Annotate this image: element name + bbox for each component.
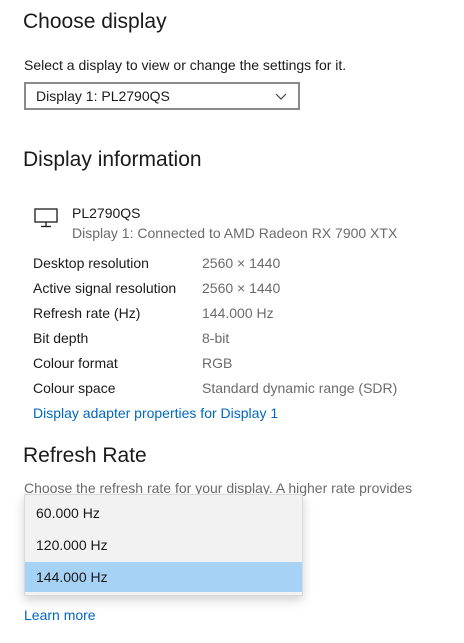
display-select[interactable]: Display 1: PL2790QS	[24, 82, 300, 110]
choose-display-instruction: Select a display to view or change the s…	[24, 57, 347, 73]
display-information-heading: Display information	[23, 148, 202, 171]
refresh-rate-dropdown-list: 60.000 Hz 120.000 Hz 144.000 Hz	[24, 494, 303, 596]
refresh-rate-option-60[interactable]: 60.000 Hz	[25, 498, 302, 528]
info-value-active-signal-resolution: 2560 × 1440	[202, 280, 281, 296]
refresh-rate-option-144[interactable]: 144.000 Hz	[25, 562, 302, 592]
info-value-colour-format: RGB	[202, 355, 233, 371]
refresh-rate-heading: Refresh Rate	[23, 444, 147, 467]
learn-more-link[interactable]: Learn more	[24, 607, 96, 623]
info-label-refresh-rate: Refresh rate (Hz)	[33, 305, 141, 321]
info-value-colour-space: Standard dynamic range (SDR)	[202, 380, 398, 396]
info-value-desktop-resolution: 2560 × 1440	[202, 255, 281, 271]
info-label-colour-space: Colour space	[33, 380, 116, 396]
choose-display-heading: Choose display	[23, 10, 167, 33]
chevron-down-icon	[275, 93, 287, 100]
info-label-active-signal-resolution: Active signal resolution	[33, 280, 177, 296]
display-select-value: Display 1: PL2790QS	[36, 88, 170, 104]
monitor-connection: Display 1: Connected to AMD Radeon RX 79…	[72, 225, 398, 241]
info-label-colour-format: Colour format	[33, 355, 118, 371]
info-label-bit-depth: Bit depth	[33, 330, 89, 346]
display-adapter-properties-link[interactable]: Display adapter properties for Display 1	[33, 405, 278, 421]
info-label-desktop-resolution: Desktop resolution	[33, 255, 149, 271]
refresh-rate-option-120[interactable]: 120.000 Hz	[25, 530, 302, 560]
info-value-bit-depth: 8-bit	[202, 330, 230, 346]
monitor-name: PL2790QS	[72, 205, 141, 221]
info-value-refresh-rate: 144.000 Hz	[202, 305, 274, 321]
monitor-icon	[34, 208, 58, 228]
